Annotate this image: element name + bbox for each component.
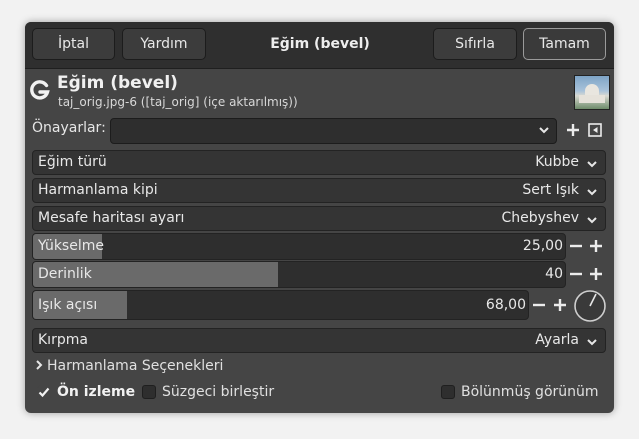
clipping-combo[interactable]: Kırpma Ayarla — [32, 328, 606, 353]
blend-mode-label: Harmanlama kipi — [38, 182, 158, 198]
merge-filter-label: Süzgeci birleştir — [162, 384, 275, 400]
ok-button[interactable]: Tamam — [523, 28, 606, 60]
preview-label: Ön izleme — [57, 384, 136, 400]
gegl-icon — [30, 80, 50, 100]
depth-slider[interactable]: Derinlik 40 — [32, 261, 566, 288]
elevation-slider[interactable]: Yükselme 25,00 — [32, 233, 566, 260]
bevel-type-label: Eğim türü — [38, 154, 107, 170]
preview-checkbox[interactable]: Ön izleme — [37, 384, 147, 402]
elevation-label: Yükselme — [38, 238, 104, 254]
clipping-value: Ayarla — [535, 332, 579, 348]
dialog-title: Eğim (bevel) — [270, 36, 370, 52]
depth-decrease-icon[interactable] — [568, 266, 584, 282]
operation-title: Eğim (bevel) — [57, 73, 178, 93]
depth-increase-icon[interactable] — [588, 266, 604, 282]
light-angle-slider[interactable]: Işık açısı 68,00 — [32, 290, 529, 320]
blending-options-expander[interactable]: Harmanlama Seçenekleri — [34, 358, 223, 374]
clipping-label: Kırpma — [38, 332, 88, 348]
blending-options-label: Harmanlama Seçenekleri — [47, 358, 224, 374]
distance-map-label: Mesafe haritası ayarı — [38, 210, 185, 226]
chevron-right-icon — [36, 360, 43, 370]
merge-filter-checkbox[interactable]: Süzgeci birleştir — [142, 384, 292, 402]
bevel-type-value: Kubbe — [535, 154, 579, 170]
cancel-button[interactable]: İptal — [32, 28, 115, 60]
chevron-down-icon — [587, 161, 597, 168]
elevation-decrease-icon[interactable] — [568, 238, 584, 254]
presets-combo[interactable] — [110, 118, 557, 144]
light-angle-value[interactable]: 68,00 — [486, 297, 526, 313]
light-angle-increase-icon[interactable] — [552, 297, 568, 313]
split-view-label: Bölünmüş görünüm — [461, 384, 599, 400]
light-angle-label: Işık açısı — [38, 297, 98, 313]
chevron-down-icon — [539, 127, 549, 134]
image-thumbnail-icon — [574, 75, 610, 110]
split-view-checkbox[interactable]: Bölünmüş görünüm — [441, 384, 601, 402]
preview-checkbox-box[interactable] — [37, 385, 51, 399]
distance-map-value: Chebyshev — [501, 210, 580, 226]
elevation-value[interactable]: 25,00 — [523, 238, 563, 254]
preset-menu-icon[interactable] — [588, 123, 602, 137]
angle-dial-icon[interactable] — [573, 289, 607, 323]
header-bar: İptal Yardım Eğim (bevel) Sıfırla Tamam — [25, 22, 614, 69]
light-angle-decrease-icon[interactable] — [531, 297, 547, 313]
bevel-dialog: İptal Yardım Eğim (bevel) Sıfırla Tamam … — [25, 22, 614, 413]
depth-value[interactable]: 40 — [545, 266, 563, 282]
split-view-checkbox-box[interactable] — [441, 385, 455, 399]
checkmark-icon — [38, 387, 50, 398]
reset-button[interactable]: Sıfırla — [433, 28, 517, 60]
chevron-down-icon — [587, 189, 597, 196]
bevel-type-combo[interactable]: Eğim türü Kubbe — [32, 150, 606, 175]
add-preset-icon[interactable] — [566, 123, 580, 137]
distance-map-combo[interactable]: Mesafe haritası ayarı Chebyshev — [32, 206, 606, 231]
presets-label: Önayarlar: — [32, 120, 106, 136]
elevation-increase-icon[interactable] — [588, 238, 604, 254]
chevron-down-icon — [587, 339, 597, 346]
blend-mode-combo[interactable]: Harmanlama kipi Sert Işık — [32, 178, 606, 203]
merge-filter-checkbox-box[interactable] — [142, 385, 156, 399]
help-button[interactable]: Yardım — [122, 28, 206, 60]
depth-label: Derinlik — [38, 266, 92, 282]
chevron-down-icon — [587, 217, 597, 224]
operation-subtitle: taj_orig.jpg-6 ([taj_orig] (içe aktarılm… — [58, 95, 298, 109]
blend-mode-value: Sert Işık — [522, 182, 579, 198]
